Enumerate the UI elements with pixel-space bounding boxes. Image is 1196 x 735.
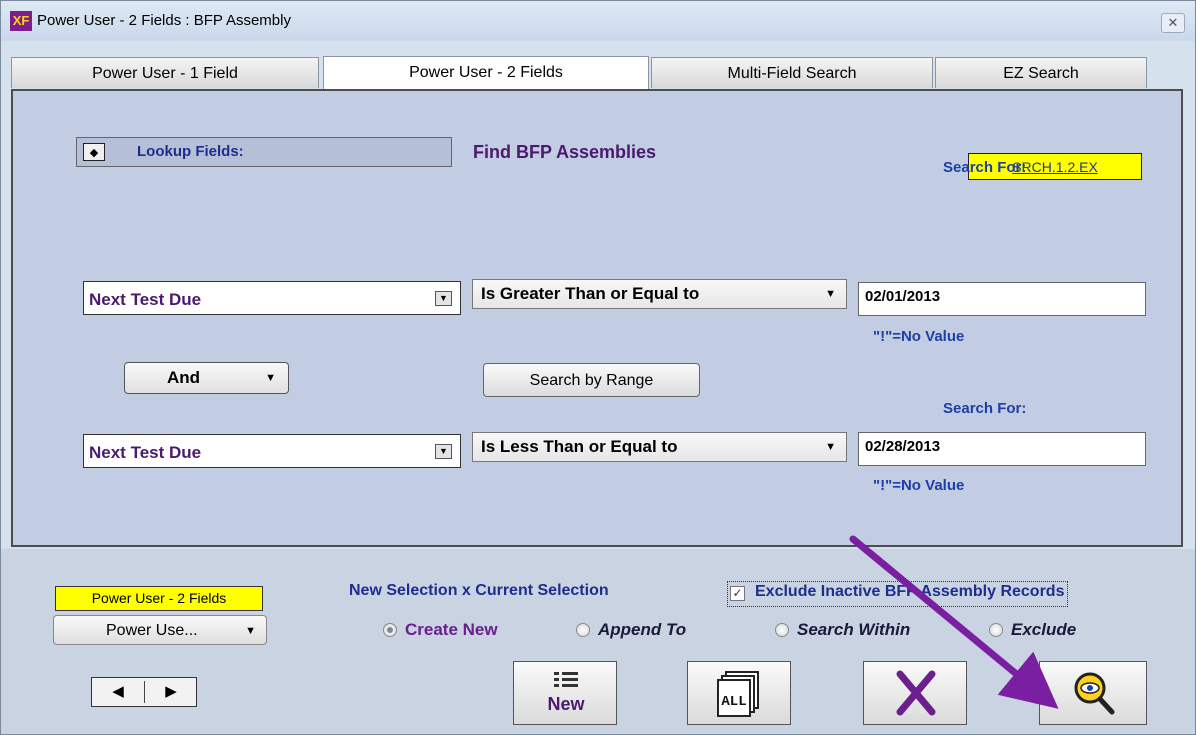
close-window-button[interactable]: ✕ [1161,13,1185,33]
new-search-button[interactable]: New [513,661,617,725]
no-value-hint-1: "!"=No Value [873,328,965,345]
close-x-icon [896,670,936,716]
radio-append-to-label: Append To [598,620,687,639]
right-arrow-icon[interactable]: ▶ [145,678,197,706]
radio-selected-icon[interactable] [383,623,397,637]
operator-select-1[interactable]: Is Greater Than or Equal to ▼ [472,279,847,309]
all-records-button[interactable]: ALL [687,661,791,725]
lookup-fields-label: Lookup Fields: [137,143,244,160]
search-window: XF Power User - 2 Fields : BFP Assembly … [0,0,1196,735]
exclude-inactive-label: Exclude Inactive BFP Assembly Records [755,583,1065,600]
all-records-icon: ALL [717,671,759,717]
chevron-down-icon: ▼ [825,288,836,300]
lookup-fields-bar: ◆ Lookup Fields: [76,137,452,167]
tab-ez-search[interactable]: EZ Search [935,57,1147,88]
radio-create-new-label: Create New [405,620,498,639]
search-criteria-panel: SRCH.1.2.EX ◆ Lookup Fields: Find BFP As… [11,89,1183,547]
tab-power-user-2-fields[interactable]: Power User - 2 Fields [323,56,649,90]
search-for-label-1: Search For: [943,159,1027,176]
record-navigation: ◀ ▶ [91,677,197,707]
title-bar: XF Power User - 2 Fields : BFP Assembly … [1,1,1195,41]
field-select-1[interactable]: Next Test Due ▼ [83,281,461,315]
radio-exclude-label: Exclude [1011,620,1077,639]
exclude-inactive-checkbox[interactable]: ✓ Exclude Inactive BFP Assembly Records [727,581,1069,607]
radio-unselected-icon[interactable] [576,623,590,637]
app-logo-icon: XF [10,11,32,31]
chevron-down-icon: ▼ [245,625,256,637]
chevron-down-icon: ▼ [265,372,276,384]
search-value-input-1[interactable]: 02/01/2013 [858,282,1146,316]
field-select-2-value: Next Test Due [89,443,202,462]
new-list-icon: New [547,672,586,714]
checkbox-checked-icon[interactable]: ✓ [730,586,745,601]
search-by-range-button[interactable]: Search by Range [483,363,700,397]
window-title: Power User - 2 Fields : BFP Assembly [37,12,291,29]
radio-search-within-label: Search Within [797,620,911,639]
search-value-input-2[interactable]: 02/28/2013 [858,432,1146,466]
tab-power-user-1-field[interactable]: Power User - 1 Field [11,57,319,88]
operator-select-2[interactable]: Is Less Than or Equal to ▼ [472,432,847,462]
operator-select-1-value: Is Greater Than or Equal to [481,284,700,303]
field-select-2[interactable]: Next Test Due ▼ [83,434,461,468]
all-button-label: ALL [721,694,746,710]
mode-select[interactable]: Power Use... ▼ [53,615,267,645]
selection-mode-label: New Selection x Current Selection [349,582,609,599]
find-bfp-assemblies-heading: Find BFP Assemblies [473,142,657,162]
radio-unselected-icon[interactable] [775,623,789,637]
connector-select-value: And [167,368,201,387]
field-select-1-value: Next Test Due [89,290,202,309]
search-button[interactable] [1039,661,1147,725]
mode-select-value: Power Use... [106,622,198,639]
chevron-down-icon[interactable]: ▼ [435,444,452,459]
chevron-down-icon[interactable]: ▼ [435,291,452,306]
diamond-icon[interactable]: ◆ [83,143,105,161]
magnifier-eye-icon [1074,672,1115,715]
tab-multi-field-search[interactable]: Multi-Field Search [651,57,933,88]
cancel-button[interactable] [863,661,967,725]
chevron-down-icon: ▼ [825,441,836,453]
connector-select[interactable]: And ▼ [124,362,289,394]
new-button-label: New [547,694,585,714]
radio-unselected-icon[interactable] [989,623,1003,637]
current-mode-label: Power User - 2 Fields [55,586,263,611]
left-arrow-icon[interactable]: ◀ [92,678,144,706]
search-for-label-2: Search For: [943,400,1027,417]
no-value-hint-2: "!"=No Value [873,477,965,494]
operator-select-2-value: Is Less Than or Equal to [481,437,678,456]
